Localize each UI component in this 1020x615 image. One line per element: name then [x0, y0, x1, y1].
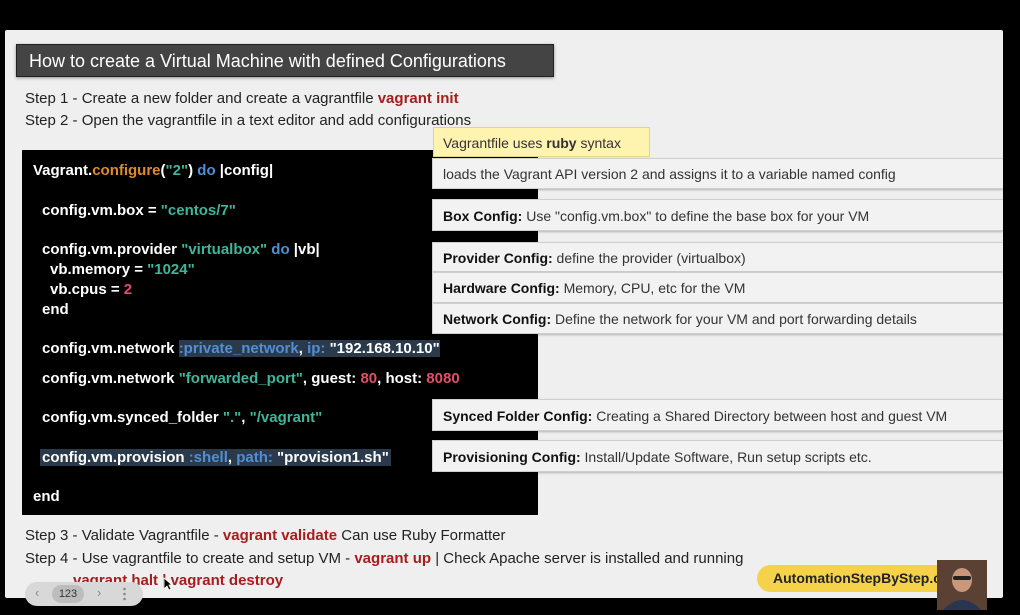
code-line-3: config.vm.provider "virtualbox" do |vb| [42, 241, 320, 258]
note-synced-folder-config: Synced Folder Config: Creating a Shared … [432, 399, 1003, 431]
prev-page-icon[interactable]: ‹ [35, 585, 39, 600]
code-token: , [298, 340, 308, 357]
code-token: config.vm.network [42, 370, 179, 387]
note-provisioning-config: Provisioning Config: Install/Update Soft… [432, 440, 1003, 472]
next-page-icon[interactable]: › [97, 585, 101, 600]
note-text: Use "config.vm.box" to define the base b… [522, 208, 870, 224]
code-token: vb.memory = [50, 261, 148, 278]
code-token: vb.cpus = [50, 281, 124, 298]
presentation-slide: How to create a Virtual Machine with def… [5, 30, 1003, 598]
code-token: , guest: [302, 370, 361, 387]
note-api-version: loads the Vagrant API version 2 and assi… [432, 158, 1003, 189]
code-token: "provision1.sh" [272, 449, 389, 466]
code-token: "192.168.10.10" [325, 340, 440, 357]
note-text: Creating a Shared Directory between host… [592, 408, 948, 424]
note-label: Box Config: [443, 208, 523, 224]
step-2-text: Step 2 - Open the vagrantfile in a text … [25, 112, 472, 129]
step-1-text: Step 1 - Create a new folder and create … [25, 90, 378, 107]
code-token: , [241, 409, 250, 426]
presenter-avatar [937, 560, 987, 610]
code-token: "centos/7" [160, 202, 236, 219]
code-line-1: Vagrant.configure("2") do |config| [33, 162, 273, 179]
step-1-command: vagrant init [377, 90, 459, 107]
code-line-9: config.vm.synced_folder ".", "/vagrant" [42, 409, 322, 426]
step-1: Step 1 - Create a new folder and create … [25, 90, 459, 107]
code-token: , [227, 449, 237, 466]
note-text: Memory, CPU, etc for the VM [559, 280, 746, 296]
code-line-6: end [42, 301, 69, 318]
step-4-command: vagrant up [354, 550, 432, 567]
note-box-config: Box Config: Use "config.vm.box" to defin… [432, 199, 1003, 231]
step-3: Step 3 - Validate Vagrantfile - vagrant … [25, 527, 506, 544]
code-token: config.vm.network [42, 340, 179, 357]
code-token: "/vagrant" [249, 409, 323, 426]
code-token: path: [236, 449, 273, 466]
more-options-icon[interactable] [123, 587, 126, 601]
code-token: Vagrant. [33, 162, 93, 179]
step-4-text: Step 4 - Use vagrantfile to create and s… [25, 550, 355, 567]
note-ruby-syntax: Vagrantfile uses ruby syntax [433, 127, 650, 157]
code-token: "2" [165, 162, 189, 179]
step-3-tail: Can use Ruby Formatter [337, 527, 506, 544]
step-2: Step 2 - Open the vagrantfile in a text … [25, 112, 471, 129]
note-text: Install/Update Software, Run setup scrip… [580, 449, 872, 465]
code-token: 80 [360, 370, 378, 387]
code-line-2: config.vm.box = "centos/7" [42, 202, 236, 219]
code-token: config.vm.provider [42, 241, 182, 258]
code-line-10: config.vm.provision :shell, path: "provi… [40, 449, 391, 466]
note-hardware-config: Hardware Config: Memory, CPU, etc for th… [432, 272, 1003, 303]
destroy-command: vagrant destroy [170, 572, 284, 589]
step-4-tail: | Check Apache server is installed and r… [431, 550, 744, 567]
code-token: do [267, 241, 290, 258]
step-4: Step 4 - Use vagrantfile to create and s… [25, 550, 743, 567]
code-token: , host: [377, 370, 427, 387]
video-frame: How to create a Virtual Machine with def… [0, 0, 1020, 615]
code-line-7: config.vm.network :private_network, ip: … [42, 340, 440, 357]
code-token: :private_network [178, 340, 299, 357]
note-provider-config: Provider Config: define the provider (vi… [432, 242, 1003, 272]
code-token: 2 [123, 281, 133, 298]
note-label: Provider Config: [443, 250, 553, 266]
code-token: ip: [307, 340, 326, 357]
code-token: :shell [188, 449, 228, 466]
code-token: |config| [215, 162, 274, 179]
code-line-4: vb.memory = "1024" [50, 261, 195, 278]
page-number: 123 [52, 585, 84, 603]
note-label: Hardware Config: [443, 280, 560, 296]
code-token: config.vm.provision [42, 449, 189, 466]
note-label: Network Config: [443, 311, 552, 327]
code-token: "virtualbox" [181, 241, 268, 258]
code-token: "." [222, 409, 242, 426]
note-text: syntax [576, 135, 621, 151]
code-token: do [197, 162, 216, 179]
code-token: end [42, 301, 69, 318]
code-token: 8080 [426, 370, 460, 387]
note-label: Provisioning Config: [443, 449, 581, 465]
code-line-8: config.vm.network "forwarded_port", gues… [42, 370, 460, 387]
slide-title: How to create a Virtual Machine with def… [16, 44, 554, 77]
note-label: Synced Folder Config: [443, 408, 593, 424]
code-token: config.vm.synced_folder [42, 409, 223, 426]
code-token: ) [188, 162, 198, 179]
page-navigator: ‹ 123 › [25, 582, 143, 606]
code-token: configure [92, 162, 161, 179]
note-bold: ruby [546, 135, 577, 151]
mouse-cursor-icon [163, 577, 174, 594]
code-line-11: end [33, 488, 60, 505]
code-token: end [33, 488, 60, 505]
code-token: |vb| [289, 241, 320, 258]
note-text: define the provider (virtualbox) [552, 250, 746, 266]
code-token: config.vm.box = [42, 202, 161, 219]
note-text: Vagrantfile uses [443, 135, 547, 151]
code-line-5: vb.cpus = 2 [50, 281, 132, 298]
step-3-text: Step 3 - Validate Vagrantfile - [25, 527, 223, 544]
note-text: loads the Vagrant API version 2 and assi… [443, 166, 896, 182]
code-token: "1024" [147, 261, 195, 278]
note-text: Define the network for your VM and port … [551, 311, 917, 327]
code-token: "forwarded_port" [178, 370, 303, 387]
note-network-config: Network Config: Define the network for y… [432, 303, 1003, 334]
step-3-command: vagrant validate [222, 527, 338, 544]
